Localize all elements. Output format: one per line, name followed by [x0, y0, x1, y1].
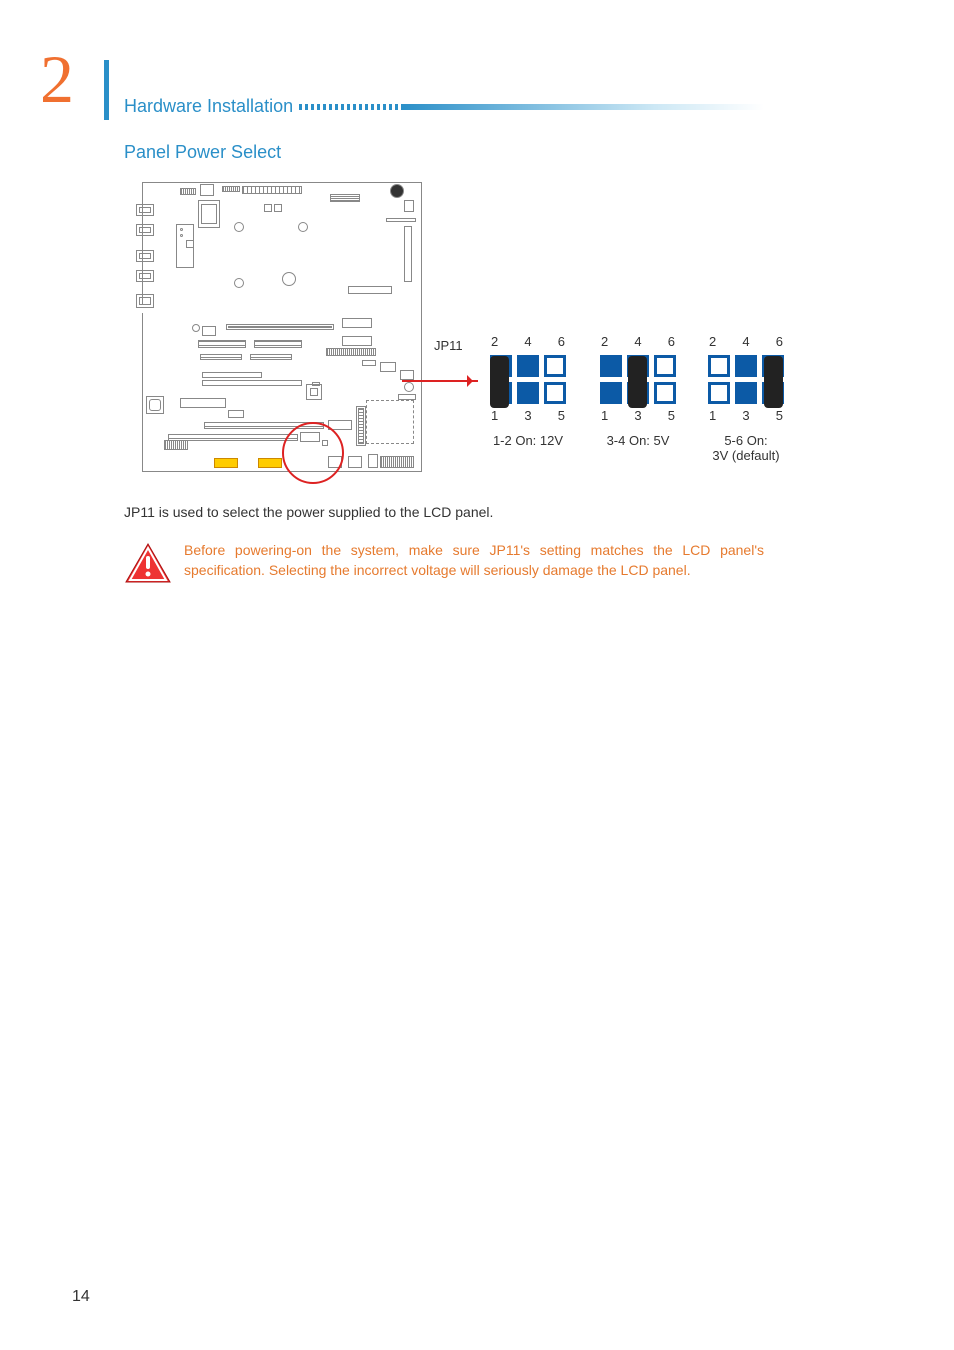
pin-num: 5: [558, 408, 565, 423]
warning-icon: [124, 542, 172, 584]
jumper-setting-12v: 2 4 6 1 3 5 1-2 On: 12V: [478, 334, 578, 448]
jumper-caption: 1-2 On: 12V: [478, 433, 578, 448]
chapter-accent-bar: [104, 60, 109, 120]
pin-num: 2: [601, 334, 608, 349]
section-title: Panel Power Select: [124, 142, 281, 163]
highlight-circle: [282, 422, 344, 484]
jumper-caption: 3-4 On: 5V: [588, 433, 688, 448]
pin-num: 3: [742, 408, 749, 423]
pin-num: 1: [709, 408, 716, 423]
chapter-title: Hardware Installation: [124, 96, 293, 117]
pin-num: 1: [601, 408, 608, 423]
jumper-setting-3v-default: 2 4 6 1 3 5 5-6 On: 3V (default): [696, 334, 796, 463]
jumper-cap-icon: [764, 356, 783, 408]
pin-num: 5: [668, 408, 675, 423]
warning-callout: Before powering-on the system, make sure…: [124, 540, 764, 584]
pin-num: 6: [776, 334, 783, 349]
motherboard-diagram: [142, 182, 422, 472]
pin-num: 4: [742, 334, 749, 349]
pin-num: 1: [491, 408, 498, 423]
header-rule-dashes: [299, 104, 399, 110]
pin-num: 2: [491, 334, 498, 349]
pin-num: 3: [524, 408, 531, 423]
pin-num: 4: [524, 334, 531, 349]
body-paragraph: JP11 is used to select the power supplie…: [124, 504, 764, 520]
jumper-label: JP11: [434, 338, 463, 353]
pin-num: 2: [709, 334, 716, 349]
callout-arrow: [402, 380, 478, 382]
jumper-cap-icon: [628, 356, 647, 408]
pin-num: 6: [558, 334, 565, 349]
pin-num: 3: [634, 408, 641, 423]
chapter-header-row: Hardware Installation: [124, 96, 764, 117]
jumper-setting-5v: 2 4 6 1 3 5 3-4 On: 5V: [588, 334, 688, 448]
pin-num: 5: [776, 408, 783, 423]
pin-num: 4: [634, 334, 641, 349]
jumper-cap-icon: [490, 356, 509, 408]
chapter-number: 2: [40, 40, 74, 119]
jumper-caption: 5-6 On: 3V (default): [696, 433, 796, 463]
warning-text: Before powering-on the system, make sure…: [184, 540, 764, 581]
header-rule-gradient: [401, 104, 764, 110]
page-number: 14: [72, 1288, 90, 1306]
pin-num: 6: [668, 334, 675, 349]
